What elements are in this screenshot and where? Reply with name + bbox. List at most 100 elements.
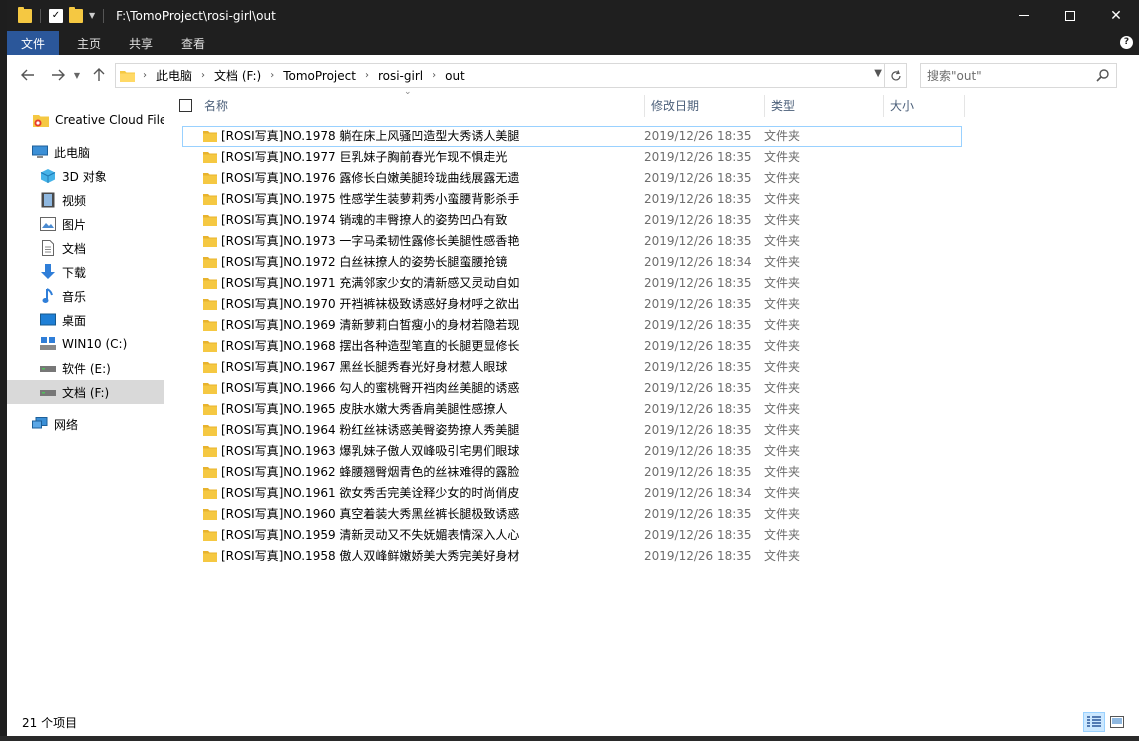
address-bar[interactable]: › 此电脑 › 文档 (F:) › TomoProject › rosi-gir… bbox=[115, 63, 907, 88]
table-row[interactable]: [ROSI写真]NO.1968 摆出各种造型笔直的长腿更显修长 2019/12/2… bbox=[182, 336, 962, 357]
file-list: [ROSI写真]NO.1978 躺在床上风骚凹造型大秀诱人美腿 2019/12/2… bbox=[182, 126, 962, 567]
maximize-button[interactable] bbox=[1047, 0, 1093, 31]
tab-view[interactable]: 查看 bbox=[167, 31, 219, 55]
file-name[interactable]: [ROSI写真]NO.1959 清新灵动又不失妩媚表情深入人心 bbox=[221, 525, 519, 546]
sidebar-item-3d-objects[interactable]: 3D 对象 bbox=[7, 164, 164, 188]
sidebar-item-network[interactable]: 网络 bbox=[7, 412, 164, 436]
file-name[interactable]: [ROSI写真]NO.1964 粉红丝袜诱惑美臀姿势撩人秀美腿 bbox=[221, 420, 519, 441]
back-button[interactable] bbox=[16, 63, 40, 87]
file-type: 文件夹 bbox=[764, 234, 801, 248]
close-button[interactable]: ✕ bbox=[1093, 0, 1139, 31]
customize-toolbar-chevron-icon[interactable]: ▼ bbox=[89, 11, 95, 20]
table-row[interactable]: [ROSI写真]NO.1959 清新灵动又不失妩媚表情深入人心 2019/12/2… bbox=[182, 525, 962, 546]
details-view-button[interactable] bbox=[1083, 712, 1105, 732]
file-name[interactable]: [ROSI写真]NO.1968 摆出各种造型笔直的长腿更显修长 bbox=[221, 336, 519, 357]
folder-icon bbox=[203, 404, 217, 415]
file-name[interactable]: [ROSI写真]NO.1960 真空着装大秀黑丝裤长腿极致诱惑 bbox=[221, 504, 519, 525]
tab-file[interactable]: 文件 bbox=[7, 31, 60, 55]
table-row[interactable]: [ROSI写真]NO.1977 巨乳妹子胸前春光乍现不惧走光 2019/12/26… bbox=[182, 147, 962, 168]
search-input[interactable] bbox=[921, 68, 1091, 83]
table-row[interactable]: [ROSI写真]NO.1963 爆乳妹子傲人双峰吸引宅男们眼球 2019/12/2… bbox=[182, 441, 962, 462]
file-name[interactable]: [ROSI写真]NO.1969 清新萝莉白皙瘦小的身材若隐若现 bbox=[221, 315, 519, 336]
ribbon-tabs: 文件 主页 共享 查看 ? bbox=[7, 31, 1139, 55]
help-icon[interactable]: ? bbox=[1120, 36, 1133, 49]
sidebar-item-documents[interactable]: 文档 bbox=[7, 236, 164, 260]
breadcrumb-this-pc[interactable]: 此电脑 bbox=[151, 67, 197, 84]
table-row[interactable]: [ROSI写真]NO.1974 销魂的丰臀撩人的姿势凹凸有致 2019/12/26… bbox=[182, 210, 962, 231]
refresh-icon bbox=[890, 69, 901, 80]
file-name[interactable]: [ROSI写真]NO.1978 躺在床上风骚凹造型大秀诱人美腿 bbox=[221, 126, 519, 147]
breadcrumb-tomoproject[interactable]: TomoProject bbox=[278, 69, 361, 83]
table-row[interactable]: [ROSI写真]NO.1962 蜂腰翘臀烟青色的丝袜难得的露脸 2019/12/2… bbox=[182, 462, 962, 483]
sidebar-item-drive-c[interactable]: WIN10 (C:) bbox=[7, 332, 164, 356]
sidebar-item-desktop[interactable]: 桌面 bbox=[7, 308, 164, 332]
file-name[interactable]: [ROSI写真]NO.1965 皮肤水嫩大秀香肩美腿性感撩人 bbox=[221, 399, 507, 420]
sidebar-item-drive-f[interactable]: 文档 (F:) bbox=[7, 380, 164, 404]
breadcrumb-separator-icon[interactable]: › bbox=[266, 70, 278, 81]
table-row[interactable]: [ROSI写真]NO.1961 欲女秀舌完美诠释少女的时尚俏皮 2019/12/2… bbox=[182, 483, 962, 504]
new-folder-icon[interactable] bbox=[69, 6, 83, 23]
refresh-button[interactable] bbox=[884, 64, 906, 87]
sidebar-item-creative-cloud[interactable]: Creative Cloud Files bbox=[7, 108, 164, 132]
forward-button[interactable] bbox=[46, 63, 70, 87]
search-box[interactable] bbox=[920, 63, 1117, 88]
column-modified[interactable]: 修改日期 bbox=[645, 95, 765, 117]
breadcrumb-rosi-girl[interactable]: rosi-girl bbox=[373, 69, 428, 83]
file-type: 文件夹 bbox=[764, 150, 801, 164]
file-name[interactable]: [ROSI写真]NO.1962 蜂腰翘臀烟青色的丝袜难得的露脸 bbox=[221, 462, 519, 483]
breadcrumb-out[interactable]: out bbox=[440, 69, 470, 83]
column-type[interactable]: 类型 bbox=[765, 95, 884, 117]
large-icons-view-button[interactable] bbox=[1106, 712, 1128, 732]
table-row[interactable]: [ROSI写真]NO.1970 开裆裤袜极致诱惑好身材呼之欲出 2019/12/2… bbox=[182, 294, 962, 315]
table-row[interactable]: [ROSI写真]NO.1967 黑丝长腿秀春光好身材惹人眼球 2019/12/26… bbox=[182, 357, 962, 378]
sidebar-item-pictures[interactable]: 图片 bbox=[7, 212, 164, 236]
properties-icon[interactable]: ✓ bbox=[49, 8, 63, 23]
table-row[interactable]: [ROSI写真]NO.1973 一字马柔韧性露修长美腿性感香艳 2019/12/2… bbox=[182, 231, 962, 252]
search-icon[interactable] bbox=[1096, 68, 1110, 82]
sidebar-item-this-pc[interactable]: 此电脑 bbox=[7, 140, 164, 164]
sidebar-item-downloads[interactable]: 下载 bbox=[7, 260, 164, 284]
file-name[interactable]: [ROSI写真]NO.1970 开裆裤袜极致诱惑好身材呼之欲出 bbox=[221, 294, 519, 315]
address-dropdown-icon[interactable]: ▼ bbox=[874, 68, 882, 79]
column-size[interactable]: 大小 bbox=[884, 95, 965, 117]
file-name[interactable]: [ROSI写真]NO.1975 性感学生装萝莉秀小蛮腰背影杀手 bbox=[221, 189, 519, 210]
file-name[interactable]: [ROSI写真]NO.1976 露修长白嫩美腿玲珑曲线展露无遗 bbox=[221, 168, 519, 189]
select-all-checkbox[interactable] bbox=[179, 99, 192, 112]
file-name[interactable]: [ROSI写真]NO.1958 傲人双峰鲜嫩娇美大秀完美好身材 bbox=[221, 546, 519, 567]
table-row[interactable]: [ROSI写真]NO.1975 性感学生装萝莉秀小蛮腰背影杀手 2019/12/2… bbox=[182, 189, 962, 210]
sidebar-item-music[interactable]: 音乐 bbox=[7, 284, 164, 308]
music-icon bbox=[40, 288, 56, 304]
file-name[interactable]: [ROSI写真]NO.1977 巨乳妹子胸前春光乍现不惧走光 bbox=[221, 147, 507, 168]
file-name[interactable]: [ROSI写真]NO.1961 欲女秀舌完美诠释少女的时尚俏皮 bbox=[221, 483, 519, 504]
table-row[interactable]: [ROSI写真]NO.1958 傲人双峰鲜嫩娇美大秀完美好身材 2019/12/2… bbox=[182, 546, 962, 567]
table-row[interactable]: [ROSI写真]NO.1971 充满邻家少女的清新感又灵动自如 2019/12/2… bbox=[182, 273, 962, 294]
breadcrumb-separator-icon[interactable]: › bbox=[361, 70, 373, 81]
file-name[interactable]: [ROSI写真]NO.1971 充满邻家少女的清新感又灵动自如 bbox=[221, 273, 519, 294]
file-name[interactable]: [ROSI写真]NO.1963 爆乳妹子傲人双峰吸引宅男们眼球 bbox=[221, 441, 519, 462]
file-name[interactable]: [ROSI写真]NO.1966 勾人的蜜桃臀开裆肉丝美腿的诱惑 bbox=[221, 378, 519, 399]
tab-share[interactable]: 共享 bbox=[115, 31, 167, 55]
up-button[interactable] bbox=[87, 63, 111, 87]
file-name[interactable]: [ROSI写真]NO.1967 黑丝长腿秀春光好身材惹人眼球 bbox=[221, 357, 507, 378]
table-row[interactable]: [ROSI写真]NO.1969 清新萝莉白皙瘦小的身材若隐若现 2019/12/2… bbox=[182, 315, 962, 336]
breadcrumb-drive-f[interactable]: 文档 (F:) bbox=[209, 67, 266, 84]
table-row[interactable]: [ROSI写真]NO.1966 勾人的蜜桃臀开裆肉丝美腿的诱惑 2019/12/2… bbox=[182, 378, 962, 399]
tab-home[interactable]: 主页 bbox=[63, 31, 115, 55]
sidebar-item-videos[interactable]: 视频 bbox=[7, 188, 164, 212]
sidebar-item-drive-e[interactable]: 软件 (E:) bbox=[7, 356, 164, 380]
table-row[interactable]: [ROSI写真]NO.1960 真空着装大秀黑丝裤长腿极致诱惑 2019/12/2… bbox=[182, 504, 962, 525]
table-row[interactable]: [ROSI写真]NO.1978 躺在床上风骚凹造型大秀诱人美腿 2019/12/2… bbox=[182, 126, 962, 147]
file-name[interactable]: [ROSI写真]NO.1973 一字马柔韧性露修长美腿性感香艳 bbox=[221, 231, 519, 252]
column-name[interactable]: 名称 bbox=[198, 95, 645, 117]
breadcrumb-separator-icon[interactable]: › bbox=[197, 70, 209, 81]
breadcrumb-separator-icon[interactable]: › bbox=[428, 70, 440, 81]
breadcrumb-separator-icon[interactable]: › bbox=[139, 70, 151, 81]
table-row[interactable]: [ROSI写真]NO.1964 粉红丝袜诱惑美臀姿势撩人秀美腿 2019/12/2… bbox=[182, 420, 962, 441]
recent-locations-button[interactable]: ▼ bbox=[70, 63, 84, 87]
table-row[interactable]: [ROSI写真]NO.1965 皮肤水嫩大秀香肩美腿性感撩人 2019/12/26… bbox=[182, 399, 962, 420]
table-row[interactable]: [ROSI写真]NO.1976 露修长白嫩美腿玲珑曲线展露无遗 2019/12/2… bbox=[182, 168, 962, 189]
table-row[interactable]: [ROSI写真]NO.1972 白丝袜撩人的姿势长腿蛮腰抢镜 2019/12/26… bbox=[182, 252, 962, 273]
file-name[interactable]: [ROSI写真]NO.1974 销魂的丰臀撩人的姿势凹凸有致 bbox=[221, 210, 507, 231]
file-name[interactable]: [ROSI写真]NO.1972 白丝袜撩人的姿势长腿蛮腰抢镜 bbox=[221, 252, 507, 273]
minimize-button[interactable] bbox=[1001, 0, 1047, 31]
